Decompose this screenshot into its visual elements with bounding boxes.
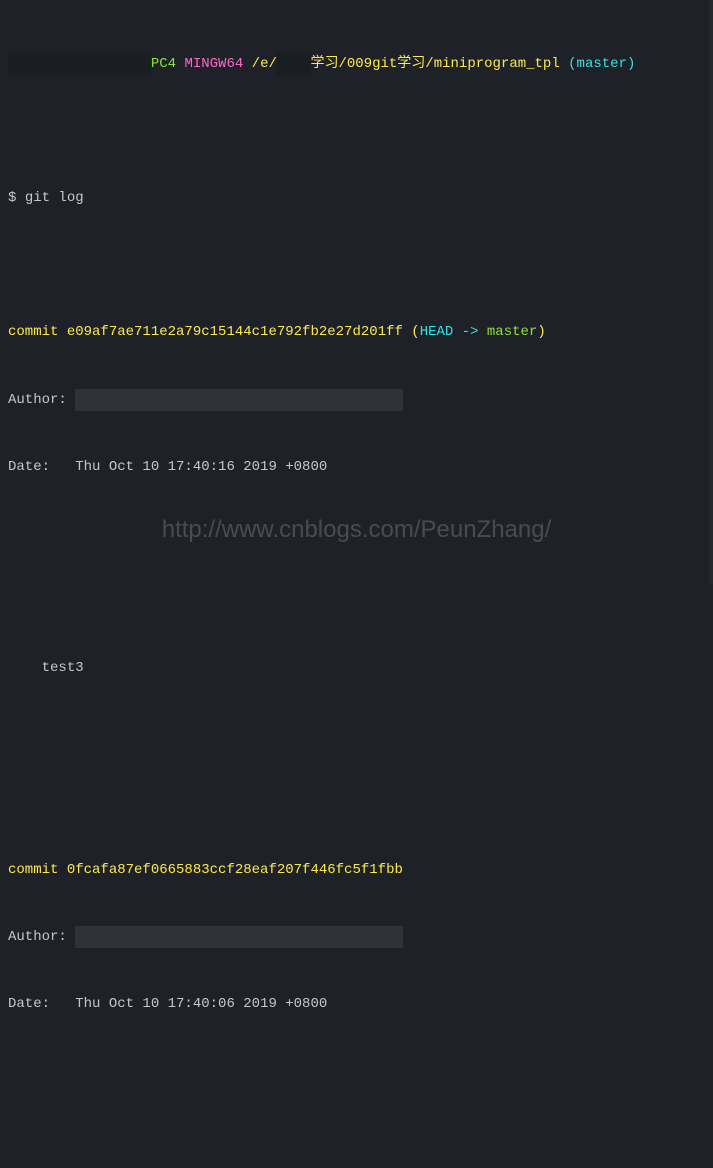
head-ref: HEAD -> xyxy=(420,324,487,340)
author-redacted xyxy=(75,926,403,948)
commit-label: commit xyxy=(8,862,67,878)
scrollbar[interactable] xyxy=(709,0,713,584)
blank-line xyxy=(8,523,705,545)
date-line: Date: Thu Oct 10 17:40:16 2019 +0800 xyxy=(8,456,705,478)
commit-message: test3 xyxy=(42,660,84,676)
path-mid: 学习 xyxy=(311,56,339,72)
ref-open: ( xyxy=(403,324,420,340)
branch-name: master xyxy=(577,56,627,72)
blank-line xyxy=(8,254,705,276)
commit-message-line: test3 xyxy=(8,657,705,679)
command-line: $ git log xyxy=(8,187,705,209)
branch-open: ( xyxy=(560,56,577,72)
blank-line xyxy=(8,725,705,747)
prompt-symbol: $ xyxy=(8,190,25,206)
terminal-output[interactable]: PC4 MINGW64 /e/ 学习/009git学习/miniprogram_… xyxy=(8,8,705,1168)
commit-line: commit e09af7ae711e2a79c15144c1e792fb2e2… xyxy=(8,321,705,343)
date-label: Date: xyxy=(8,996,75,1012)
host-suffix: PC4 xyxy=(151,56,176,72)
branch-close: ) xyxy=(627,56,635,72)
ref-close: ) xyxy=(537,324,545,340)
prompt-line: PC4 MINGW64 /e/ 学习/009git学习/miniprogram_… xyxy=(8,53,705,75)
redacted-username xyxy=(8,53,151,75)
blank-line xyxy=(8,1128,705,1150)
redacted-path xyxy=(277,53,311,75)
branch-ref: master xyxy=(487,324,537,340)
blank-line xyxy=(8,120,705,142)
author-redacted xyxy=(75,389,403,411)
commit-hash: e09af7ae711e2a79c15144c1e792fb2e27d201ff xyxy=(67,324,403,340)
blank-line xyxy=(8,792,705,814)
date-value: Thu Oct 10 17:40:16 2019 +0800 xyxy=(75,459,327,475)
path-prefix: /e/ xyxy=(252,56,277,72)
blank-line xyxy=(8,590,705,612)
command-text: git log xyxy=(25,190,84,206)
date-line: Date: Thu Oct 10 17:40:06 2019 +0800 xyxy=(8,993,705,1015)
author-line: Author: xyxy=(8,389,705,411)
date-label: Date: xyxy=(8,459,75,475)
author-label: Author: xyxy=(8,392,67,408)
author-label: Author: xyxy=(8,929,67,945)
shell-name: MINGW64 xyxy=(184,56,243,72)
path-suffix: /009git学习/miniprogram_tpl xyxy=(339,56,560,72)
commit-line: commit 0fcafa87ef0665883ccf28eaf207f446f… xyxy=(8,859,705,881)
author-line: Author: xyxy=(8,926,705,948)
message-indent xyxy=(8,660,42,676)
commit-label: commit xyxy=(8,324,67,340)
blank-line xyxy=(8,1060,705,1082)
date-value: Thu Oct 10 17:40:06 2019 +0800 xyxy=(75,996,327,1012)
commit-hash: 0fcafa87ef0665883ccf28eaf207f446fc5f1fbb xyxy=(67,862,403,878)
